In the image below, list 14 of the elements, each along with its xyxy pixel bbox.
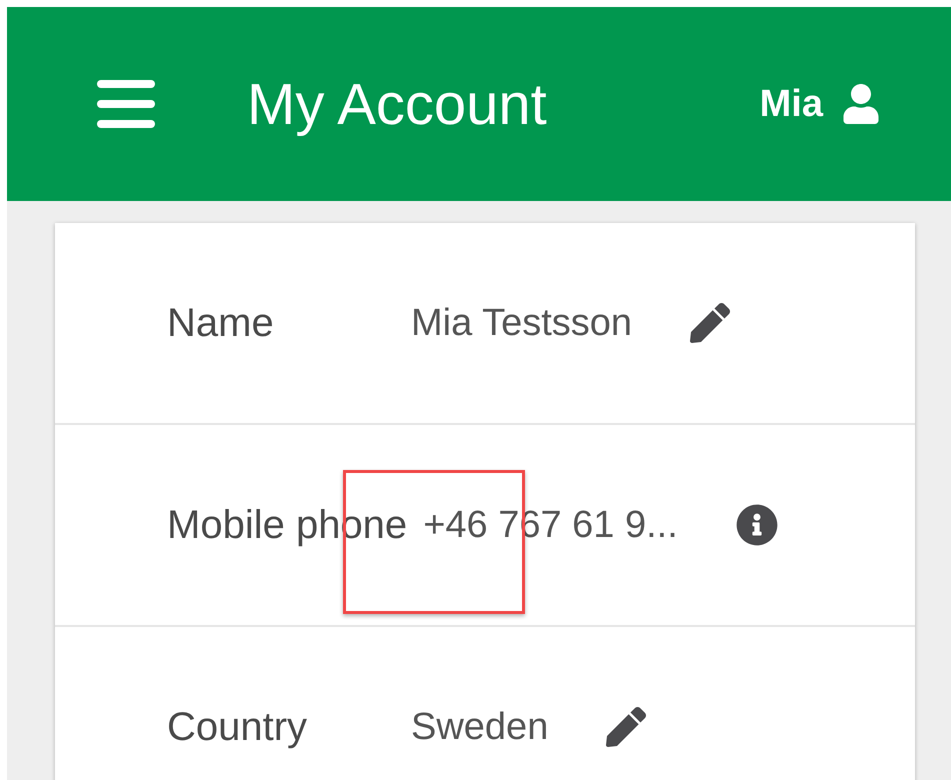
page-title: My Account — [247, 70, 548, 138]
field-value: Sweden — [411, 706, 548, 748]
pencil-icon — [690, 303, 730, 343]
edit-button[interactable] — [606, 707, 646, 747]
info-button[interactable] — [736, 504, 778, 546]
info-icon — [736, 504, 778, 546]
menu-button[interactable] — [97, 80, 155, 128]
user-icon — [841, 84, 881, 124]
field-label: Name — [167, 300, 275, 346]
pencil-icon — [606, 707, 646, 747]
field-value: Mia Testsson — [411, 302, 632, 344]
field-label: Country — [167, 704, 308, 750]
user-button[interactable]: Mia — [760, 82, 881, 126]
edit-button[interactable] — [690, 303, 730, 343]
